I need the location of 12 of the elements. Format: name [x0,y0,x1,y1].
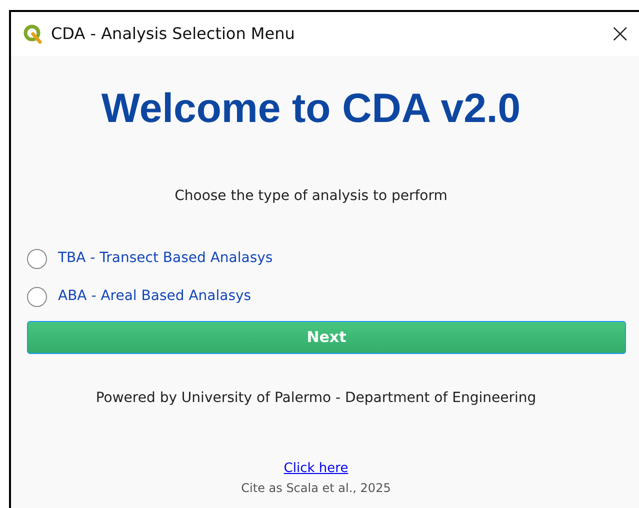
close-button[interactable]: × [609,21,631,47]
instruction-text: Choose the type of analysis to perform [174,187,448,206]
window-title: CDA - Analysis Selection Menu [51,23,295,45]
radio-button[interactable] [27,286,47,306]
citation-link[interactable]: Click here [284,459,348,478]
analysis-option[interactable]: TBA - Transect Based Analasys [27,248,273,269]
radio-button[interactable] [27,248,47,268]
app-logo-icon [23,24,43,44]
credit-text: Powered by University of Palermo - Department of Engineering [94,389,538,408]
analysis-option[interactable]: ABA - Areal Based Analasys [27,286,252,307]
welcome-heading: Welcome to CDA v2.0 [100,84,522,133]
citation-text: Cite as Scala et al., 2025 [240,480,392,496]
